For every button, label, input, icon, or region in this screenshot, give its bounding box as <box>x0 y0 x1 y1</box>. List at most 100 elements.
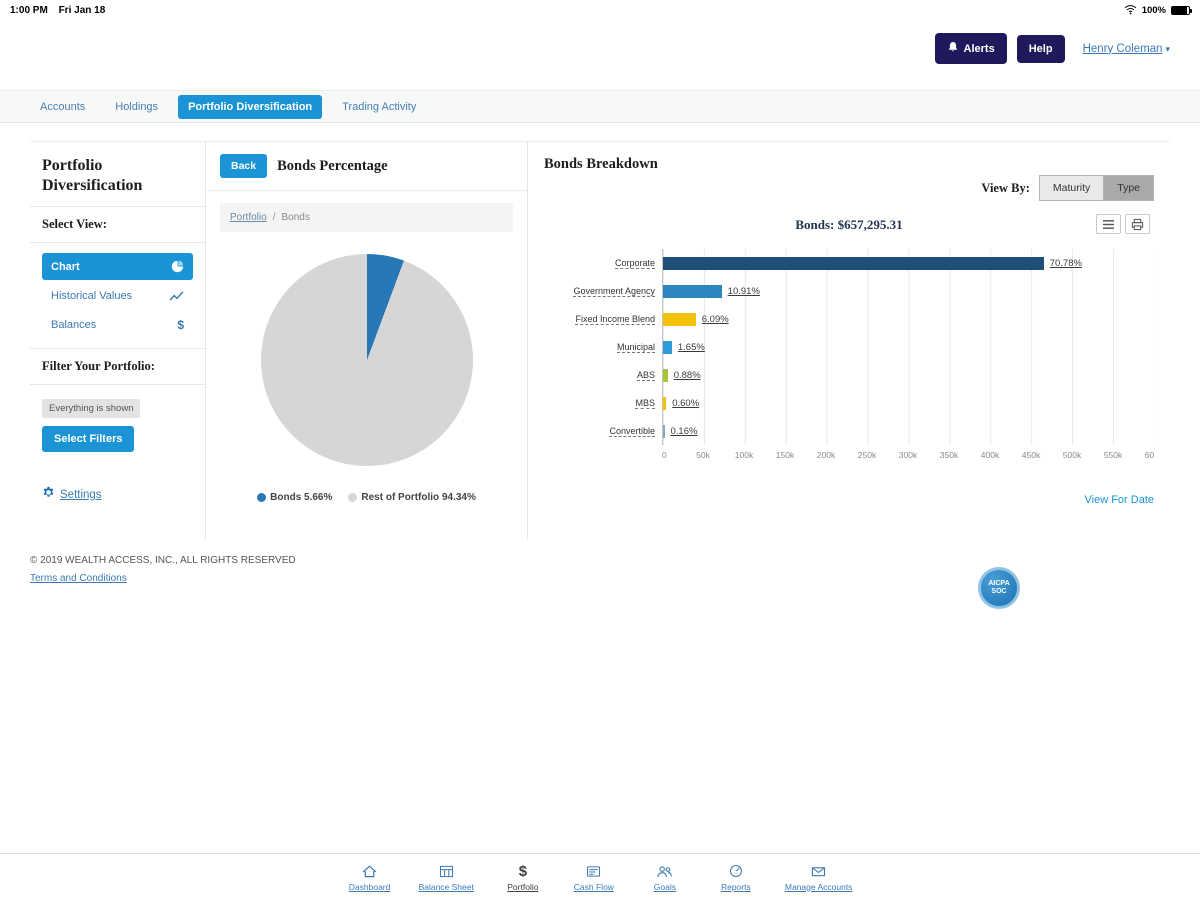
bar-row: 0.88% <box>663 361 1154 389</box>
bar-segment-government-agency[interactable] <box>663 285 722 298</box>
back-button[interactable]: Back <box>220 154 267 178</box>
bell-icon <box>947 41 959 56</box>
page-title: Portfolio Diversification <box>42 156 193 196</box>
bar-value-label[interactable]: 70.78% <box>1050 258 1082 269</box>
bottom-nav-portfolio[interactable]: $ Portfolio <box>501 863 545 892</box>
bar-row: 0.60% <box>663 389 1154 417</box>
header-actions: Alerts Help Henry Coleman▾ <box>935 33 1170 64</box>
select-filters-button[interactable]: Select Filters <box>42 426 134 452</box>
view-by-label: View By: <box>981 181 1030 196</box>
people-icon <box>656 863 673 880</box>
bonds-pie[interactable] <box>261 254 473 466</box>
view-for-date-row: View For Date <box>544 490 1154 508</box>
tab-holdings[interactable]: Holdings <box>105 95 168 119</box>
bar-category-link[interactable]: Government Agency <box>573 286 655 297</box>
view-by-type[interactable]: Type <box>1104 175 1154 201</box>
view-item-balances[interactable]: Balances$ <box>42 312 193 338</box>
breadcrumb-portfolio-link[interactable]: Portfolio <box>230 212 267 223</box>
bar-segment-convertible[interactable] <box>663 425 665 438</box>
legend-dot <box>348 493 357 502</box>
bottom-nav-manage-accounts[interactable]: Manage Accounts <box>785 863 853 892</box>
help-label: Help <box>1029 43 1053 55</box>
tab-trading-activity[interactable]: Trading Activity <box>332 95 426 119</box>
dollar-icon: $ <box>519 863 527 880</box>
bar-category-label-convertible: Convertible <box>544 417 662 445</box>
sidebar: Portfolio Diversification Select View: C… <box>30 142 206 539</box>
bar-value-label[interactable]: 0.88% <box>674 370 701 381</box>
bottom-nav-cash-flow[interactable]: Cash Flow <box>572 863 616 892</box>
home-icon <box>361 863 378 880</box>
legend-item-rest-of-portfolio[interactable]: Rest of Portfolio 94.34% <box>348 492 475 503</box>
view-for-date-link[interactable]: View For Date <box>1085 494 1155 506</box>
bar-category-label-mbs: MBS <box>544 389 662 417</box>
chart-print-icon[interactable] <box>1125 214 1150 234</box>
bank-icon <box>811 863 826 880</box>
bar-value-label[interactable]: 1.65% <box>678 342 705 353</box>
bar-plot: 70.78% 10.91% 6.09% 1.65% 0.88% 0.60% 0.16% <box>662 249 1154 445</box>
bar-category-labels: Corporate Government Agency Fixed Income B… <box>544 249 662 464</box>
bar-category-link[interactable]: Corporate <box>615 258 655 269</box>
alerts-button[interactable]: Alerts <box>935 33 1007 64</box>
bar-category-link[interactable]: ABS <box>637 370 655 381</box>
aicpa-soc-badge: AICPA SOC <box>978 567 1020 609</box>
bar-segment-fixed-income-blend[interactable] <box>663 313 696 326</box>
bar-value-label[interactable]: 6.09% <box>702 314 729 325</box>
bar-segment-abs[interactable] <box>663 369 668 382</box>
breakdown-title: Bonds Breakdown <box>544 156 1154 173</box>
bar-segment-mbs[interactable] <box>663 397 666 410</box>
x-axis-tick: 50k <box>696 450 710 460</box>
view-item-chart[interactable]: Chart <box>42 253 193 280</box>
bottom-nav-reports[interactable]: Reports <box>714 863 758 892</box>
bar-category-label-fixed-income-blend: Fixed Income Blend <box>544 305 662 333</box>
breadcrumb-current: Bonds <box>281 212 309 223</box>
bar-category-link[interactable]: Convertible <box>609 426 655 437</box>
bottom-nav-label: Portfolio <box>507 882 538 892</box>
view-by-maturity[interactable]: Maturity <box>1039 175 1104 201</box>
caret-down-icon: ▾ <box>1165 44 1170 55</box>
select-view-heading: Select View: <box>42 217 193 232</box>
page-footer: © 2019 WEALTH ACCESS, INC., ALL RIGHTS R… <box>30 555 1170 584</box>
bottom-nav-balance-sheet[interactable]: Balance Sheet <box>419 863 474 892</box>
breadcrumb-separator: / <box>273 212 276 223</box>
status-bar: 1:00 PM Fri Jan 18 100% <box>0 0 1200 18</box>
bottom-nav-goals[interactable]: Goals <box>643 863 687 892</box>
legend-item-bonds[interactable]: Bonds 5.66% <box>257 492 332 503</box>
tab-portfolio-diversification[interactable]: Portfolio Diversification <box>178 95 322 119</box>
bar-value-label[interactable]: 0.60% <box>672 398 699 409</box>
bar-value-label[interactable]: 10.91% <box>728 286 760 297</box>
view-item-label: Balances <box>51 319 96 331</box>
badge-line2: SOC <box>991 588 1006 596</box>
bar-row: 0.16% <box>663 417 1154 445</box>
chart-menu-icon[interactable] <box>1096 214 1121 234</box>
chart-plot-wrap: 70.78%10.91%6.09%1.65%0.88%0.60%0.16% 05… <box>662 249 1154 464</box>
bottom-nav-dashboard[interactable]: Dashboard <box>348 863 392 892</box>
bar-row: 6.09% <box>663 305 1154 333</box>
bar-category-label-abs: ABS <box>544 361 662 389</box>
bottom-nav-label: Reports <box>721 882 751 892</box>
bar-segment-corporate[interactable] <box>663 257 1044 270</box>
status-left: 1:00 PM Fri Jan 18 <box>10 5 113 16</box>
help-button[interactable]: Help <box>1017 35 1065 63</box>
battery-percent: 100% <box>1142 5 1166 16</box>
bar-value-label[interactable]: 0.16% <box>671 426 698 437</box>
pie-icon <box>171 260 184 273</box>
view-item-label: Historical Values <box>51 290 132 302</box>
settings-link[interactable]: Settings <box>60 489 102 501</box>
bar-category-link[interactable]: Fixed Income Blend <box>575 314 655 325</box>
bottom-nav-label: Manage Accounts <box>785 882 853 892</box>
view-item-historical-values[interactable]: Historical Values <box>42 283 193 309</box>
divider <box>30 206 205 207</box>
bar-segment-municipal[interactable] <box>663 341 672 354</box>
divider <box>206 190 527 191</box>
x-axis-tick: 500k <box>1063 450 1081 460</box>
x-axis-tick: 450k <box>1022 450 1040 460</box>
divider <box>30 348 205 349</box>
bar-category-link[interactable]: Municipal <box>617 342 655 353</box>
bar-category-label-municipal: Municipal <box>544 333 662 361</box>
x-axis-tick: 300k <box>899 450 917 460</box>
user-menu[interactable]: Henry Coleman▾ <box>1083 43 1170 55</box>
bar-category-link[interactable]: MBS <box>635 398 655 409</box>
tab-accounts[interactable]: Accounts <box>30 95 95 119</box>
terms-link[interactable]: Terms and Conditions <box>30 573 127 584</box>
bottom-nav-label: Cash Flow <box>574 882 614 892</box>
